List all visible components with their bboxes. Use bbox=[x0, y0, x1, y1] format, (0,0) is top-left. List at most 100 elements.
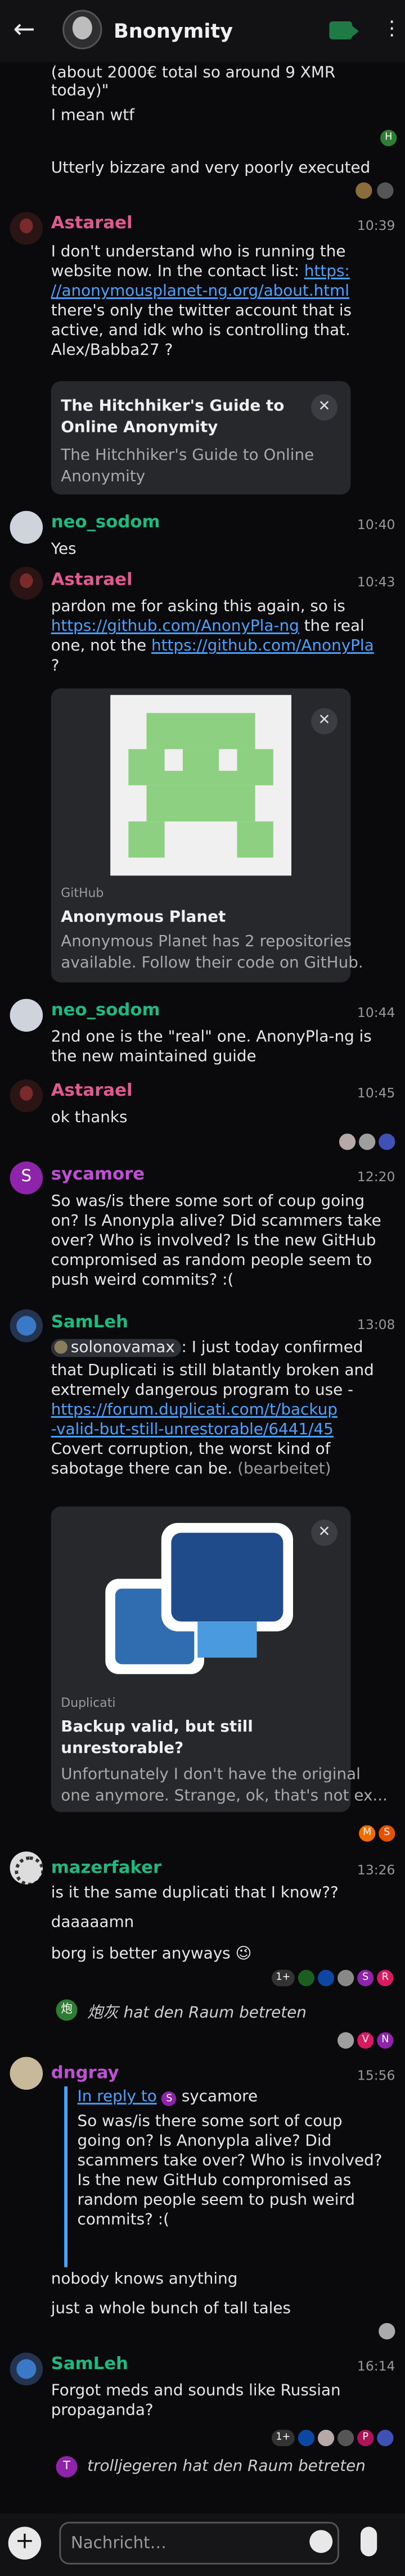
emoji-icon[interactable] bbox=[309, 2530, 333, 2554]
quoted-text: random people seem to push weird bbox=[77, 2191, 356, 2210]
edited-label: (bearbeitet) bbox=[237, 1460, 331, 1479]
read-receipt-avatar[interactable] bbox=[317, 2429, 335, 2447]
sender-name[interactable]: Astarael bbox=[51, 1081, 133, 1101]
reaction-count[interactable]: 1+ bbox=[271, 1969, 295, 1986]
avatar[interactable] bbox=[10, 510, 43, 544]
avatar[interactable]: T bbox=[56, 2456, 78, 2478]
sender-name[interactable]: neo_sodom bbox=[51, 513, 160, 532]
in-reply-to-link[interactable]: In reply to bbox=[78, 2088, 157, 2106]
avatar[interactable] bbox=[10, 1079, 43, 1113]
message-text: active, and idk who is controlling that. bbox=[51, 322, 350, 340]
read-receipt-avatar[interactable] bbox=[317, 1969, 335, 1986]
room-title[interactable]: Bnonymity bbox=[114, 20, 233, 43]
read-receipt-avatar[interactable] bbox=[377, 182, 394, 199]
message-link[interactable]: https://github.com/AnonyPla-ng bbox=[51, 618, 299, 636]
sender-name[interactable]: dngray bbox=[51, 2063, 119, 2083]
message-text: sabotage there can be. (bearbeitet) bbox=[51, 1460, 331, 1479]
microphone-icon[interactable] bbox=[360, 2527, 377, 2556]
message-text: over? Who is involved? Is the new GitHub bbox=[51, 1232, 376, 1250]
sender-name[interactable]: SamLeh bbox=[51, 2354, 128, 2374]
link-preview-title: unrestorable? bbox=[61, 1739, 184, 1758]
read-receipt-avatar[interactable] bbox=[379, 1133, 395, 1150]
read-receipt-avatar[interactable]: S bbox=[379, 1825, 395, 1842]
read-receipt-avatar[interactable]: N bbox=[377, 2032, 394, 2049]
message-input-placeholder[interactable]: Nachricht… bbox=[71, 2535, 166, 2553]
add-attachment-icon[interactable]: + bbox=[8, 2527, 42, 2560]
avatar[interactable] bbox=[10, 1309, 43, 1343]
message-text: daaaaamn bbox=[51, 1914, 134, 1932]
avatar[interactable] bbox=[10, 211, 43, 245]
reply-target[interactable]: sycamore bbox=[182, 2088, 258, 2106]
message-link[interactable]: https://forum.duplicati.com/t/backup bbox=[51, 1402, 338, 1421]
close-icon[interactable]: ✕ bbox=[311, 1520, 338, 1546]
read-receipt-avatar[interactable] bbox=[356, 182, 372, 199]
kebab-menu-icon[interactable]: ⋮ bbox=[382, 16, 402, 39]
avatar[interactable] bbox=[10, 567, 43, 600]
avatar[interactable]: 炮 bbox=[56, 1999, 78, 2021]
room-avatar[interactable] bbox=[62, 10, 102, 49]
read-receipt-avatar[interactable] bbox=[337, 2429, 354, 2447]
system-event-text: trolljegeren hat den Raum betreten bbox=[87, 2457, 366, 2476]
message-text: ? bbox=[51, 657, 60, 676]
message-time: 10:44 bbox=[357, 1005, 395, 1020]
close-icon[interactable]: ✕ bbox=[311, 394, 338, 421]
sender-name[interactable]: Astarael bbox=[51, 570, 133, 590]
message-link[interactable]: -valid-but-still-unrestorable/6441/45 bbox=[51, 1421, 334, 1441]
quoted-text: scammers take over? Who is involved? bbox=[77, 2152, 382, 2171]
reply-header[interactable]: In reply to S sycamore bbox=[78, 2088, 258, 2108]
read-receipt-avatar[interactable] bbox=[379, 2322, 395, 2340]
message-time: 10:43 bbox=[357, 575, 395, 590]
message-text: Utterly bizzare and very poorly executed bbox=[51, 159, 371, 178]
read-receipt-avatar[interactable] bbox=[359, 1133, 376, 1150]
sender-name[interactable]: neo_sodom bbox=[51, 1001, 160, 1020]
read-receipt-avatar[interactable] bbox=[339, 1133, 356, 1150]
message-text: https://github.com/AnonyPla-ng the real bbox=[51, 617, 364, 636]
avatar[interactable]: S bbox=[10, 1161, 43, 1195]
avatar[interactable] bbox=[10, 998, 43, 1032]
avatar[interactable] bbox=[10, 1851, 43, 1884]
close-icon[interactable]: ✕ bbox=[311, 708, 338, 735]
video-call-icon[interactable] bbox=[329, 21, 359, 40]
reaction-count[interactable]: 1+ bbox=[271, 2429, 295, 2447]
read-receipt-avatar[interactable]: V bbox=[357, 2032, 374, 2049]
read-receipt-avatar[interactable]: S bbox=[357, 1969, 374, 1986]
read-receipt-avatar[interactable] bbox=[377, 2429, 394, 2447]
read-receipt-avatar[interactable]: M bbox=[359, 1825, 376, 1842]
avatar[interactable] bbox=[10, 2057, 43, 2090]
message-text: pardon me for asking this again, so is bbox=[51, 598, 345, 616]
message-link[interactable]: https://github.com/AnonyPla bbox=[151, 638, 374, 656]
message-text: I mean wtf bbox=[51, 106, 134, 125]
message-link[interactable]: https: bbox=[304, 263, 350, 281]
read-receipt-avatar[interactable]: H bbox=[380, 129, 397, 147]
message-text: one, not the https://github.com/AnonyPla bbox=[51, 637, 374, 656]
sender-name[interactable]: mazerfaker bbox=[51, 1858, 161, 1878]
avatar[interactable] bbox=[10, 2352, 43, 2386]
chat-screen: ← Bnonymity ⋮ (about 2000€ total so arou… bbox=[0, 0, 405, 2576]
read-receipt-avatar[interactable] bbox=[298, 1969, 315, 1986]
link-preview-description: The Hitchhiker's Guide to Online bbox=[61, 446, 314, 465]
link-preview-title: The Hitchhiker's Guide to bbox=[61, 397, 285, 416]
read-receipt-avatar[interactable]: R bbox=[377, 1969, 394, 1986]
duplicati-logo-image bbox=[102, 1516, 299, 1680]
message-text: is it the same duplicati that I know?? bbox=[51, 1884, 339, 1902]
message-text: propaganda? bbox=[51, 2402, 154, 2420]
message-text: on? Is Anonypla alive? Did scammers take bbox=[51, 1212, 381, 1231]
sender-name[interactable]: SamLeh bbox=[51, 1313, 128, 1332]
arrow-left-icon[interactable]: ← bbox=[13, 13, 35, 44]
quote-bar bbox=[64, 2086, 68, 2267]
quoted-text: commits? :( bbox=[77, 2211, 169, 2230]
message-link[interactable]: //anonymousplanet-ng.org/about.html bbox=[51, 283, 349, 302]
read-receipt-avatar[interactable] bbox=[337, 1969, 354, 1986]
read-receipt-avatar[interactable] bbox=[337, 2032, 354, 2049]
message-time: 10:45 bbox=[357, 1086, 395, 1101]
message-time: 10:40 bbox=[357, 517, 395, 532]
link-preview-title: Backup valid, but still bbox=[61, 1718, 253, 1737]
user-mention-pill[interactable]: solonovamax bbox=[51, 1339, 182, 1357]
sender-name[interactable]: Astarael bbox=[51, 214, 133, 233]
quoted-text: Is the new GitHub compromised as bbox=[77, 2172, 352, 2190]
message-text: there's only the twitter account that is bbox=[51, 302, 352, 320]
message-time: 13:26 bbox=[357, 1863, 395, 1878]
read-receipt-avatar[interactable]: P bbox=[357, 2429, 374, 2447]
sender-name[interactable]: sycamore bbox=[51, 1165, 145, 1185]
read-receipt-avatar[interactable] bbox=[298, 2429, 315, 2447]
